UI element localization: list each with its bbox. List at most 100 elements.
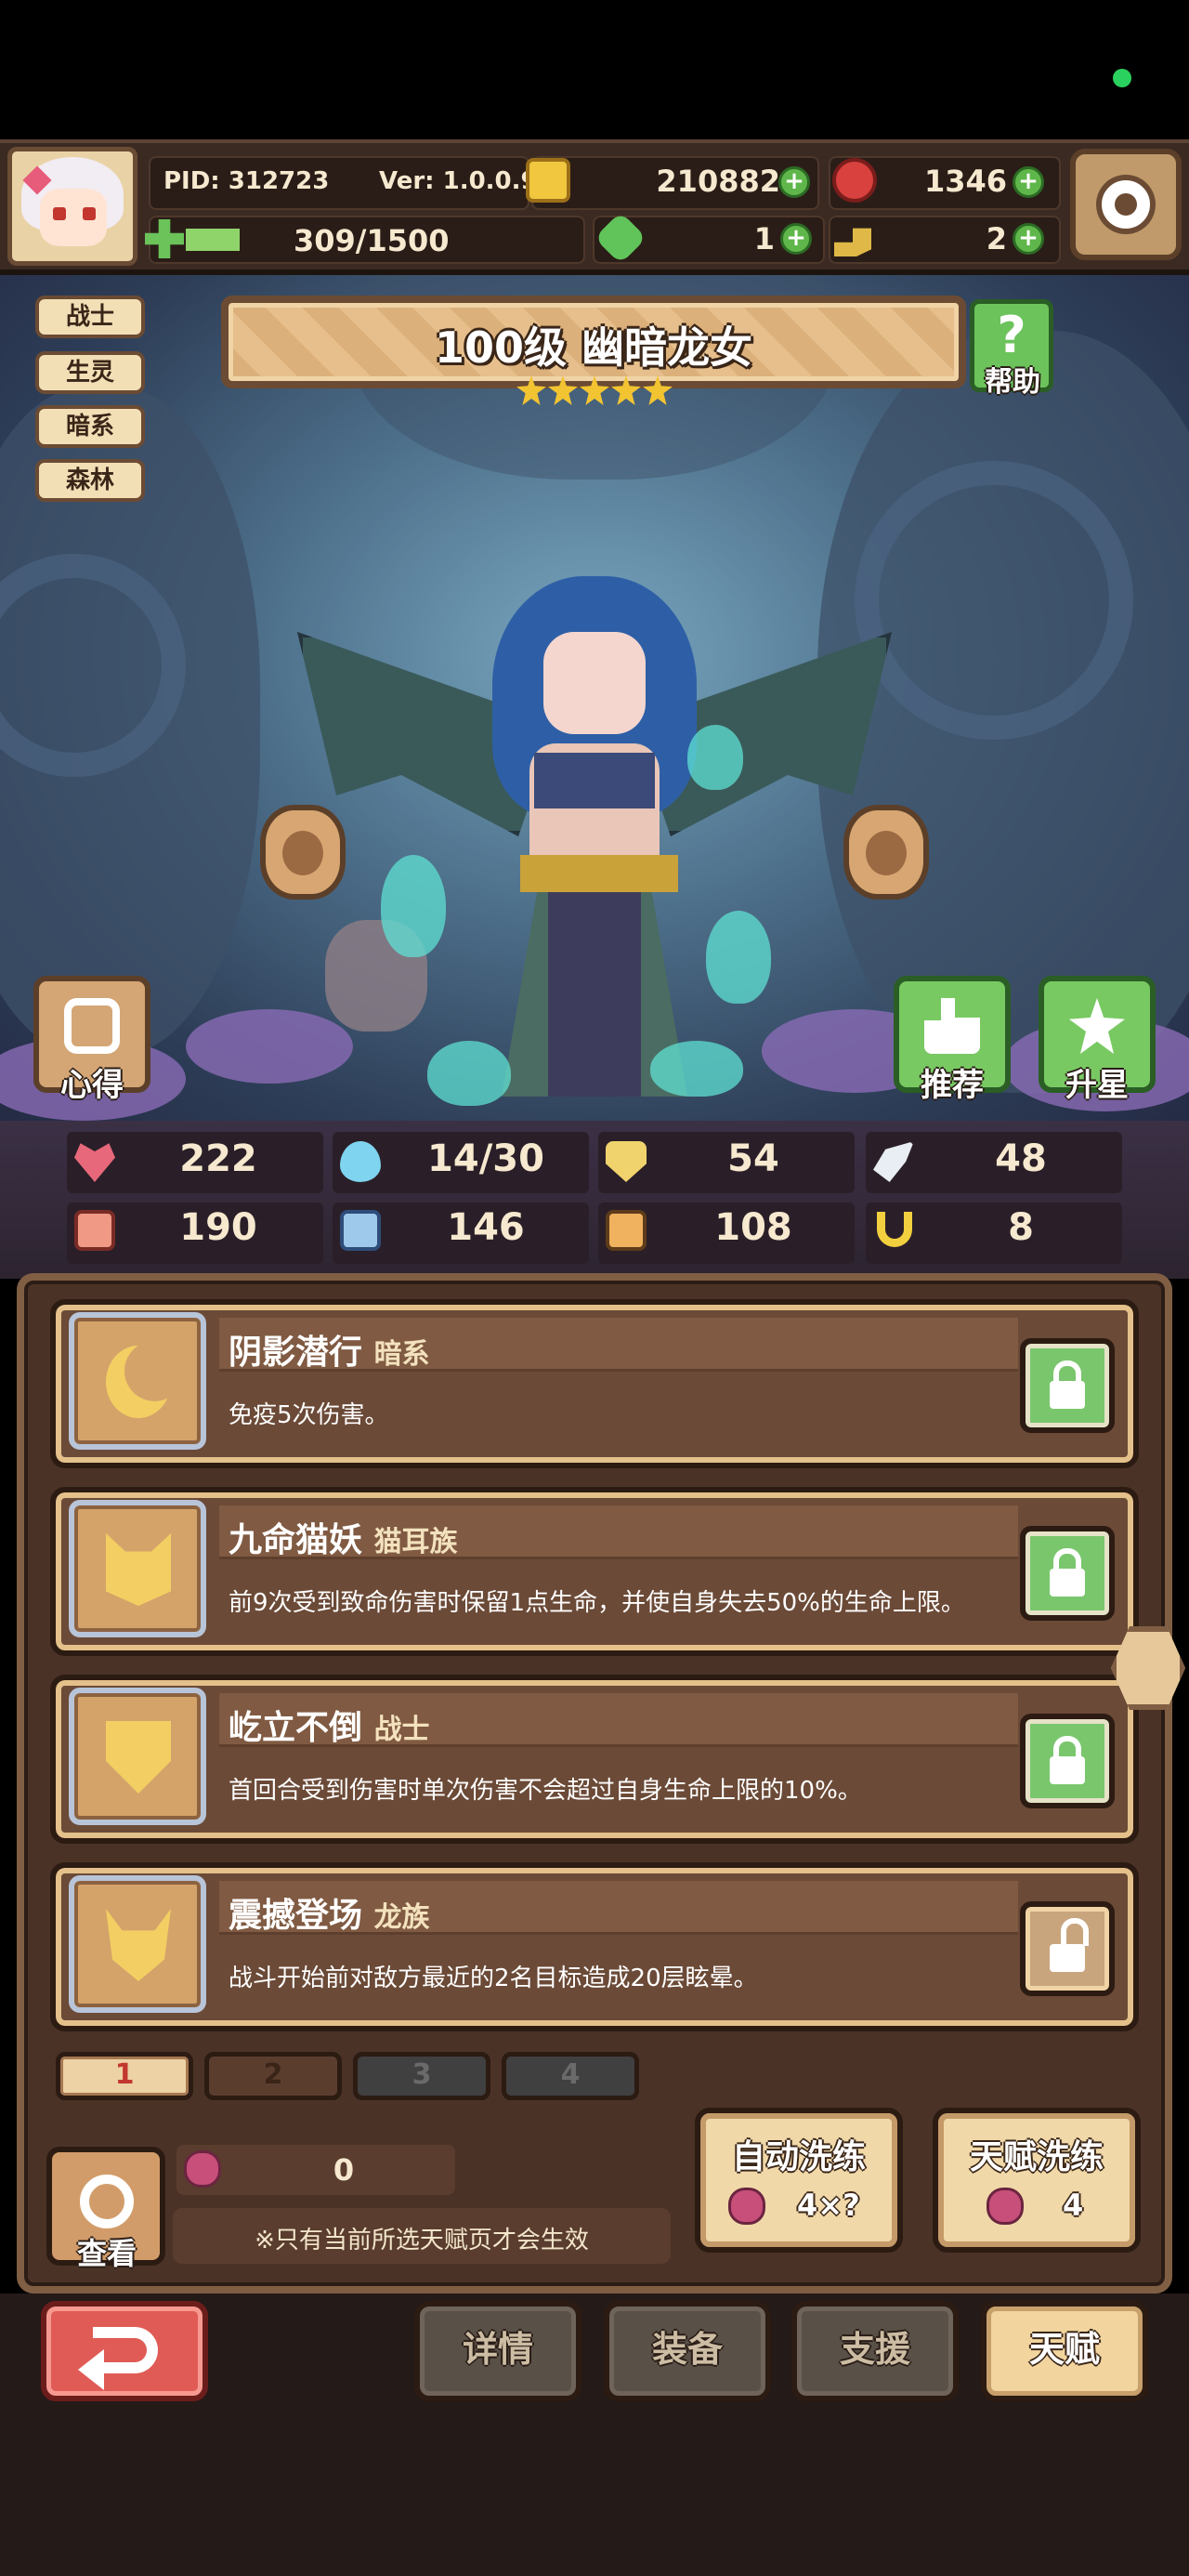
add-clover-button[interactable]: + <box>780 223 812 255</box>
nav-details-button[interactable]: 详情 <box>414 2301 581 2401</box>
recommend-label: 推荐 <box>921 1067 984 1104</box>
lock-icon <box>1050 1569 1085 1597</box>
player-avatar[interactable] <box>7 147 137 266</box>
talent-unlock-button[interactable] <box>1020 1901 1115 1996</box>
clover-amount: 1 <box>753 221 775 256</box>
stat-defense-value: 54 <box>727 1137 779 1180</box>
magnifier-icon <box>80 2175 134 2228</box>
hero-tag-habitat[interactable]: 森林 <box>35 459 145 502</box>
berry-icon <box>728 2188 765 2225</box>
talent-tag: 战士 <box>373 1714 430 1746</box>
talent-page-tab-1[interactable]: 1 <box>56 2052 193 2100</box>
star-icon <box>643 375 673 405</box>
talent-page-tab-4[interactable]: 4 <box>502 2052 639 2100</box>
star-icon <box>548 375 578 405</box>
cat-face-icon <box>106 1533 171 1606</box>
insights-label: 心得 <box>60 1067 124 1104</box>
talent-description: 战斗开始前对敌方最近的2名目标造成20层眩晕。 <box>229 1965 758 1992</box>
settings-button[interactable] <box>1070 149 1182 260</box>
question-mark-icon: ? <box>997 306 1026 364</box>
stat-attack-value: 190 <box>179 1206 257 1249</box>
auto-reroll-button[interactable]: 自动洗练 4×? <box>695 2108 903 2253</box>
talent-name: 九命猫妖 猫耳族 <box>229 1513 458 1561</box>
game-version: Ver: 1.0.0.9 <box>379 167 538 195</box>
star-icon <box>611 375 641 405</box>
talent-description: 免疫5次伤害。 <box>229 1401 389 1429</box>
stat-health-value: 222 <box>179 1137 257 1180</box>
talent-lock-button[interactable] <box>1020 1714 1115 1808</box>
talent-name-text: 阴影潜行 <box>229 1334 363 1372</box>
lock-icon <box>1050 1381 1085 1409</box>
add-gold-button[interactable]: + <box>778 166 810 198</box>
red-gem-icon <box>832 158 877 203</box>
talent-name-text: 震撼登场 <box>229 1897 363 1935</box>
gold-amount: 210882 <box>656 164 780 199</box>
talent-name: 阴影潜行 暗系 <box>229 1325 430 1373</box>
talent-reroll-label: 天赋洗练 <box>969 2138 1104 2176</box>
stat-magic-value: 146 <box>447 1206 525 1249</box>
camera-indicator-dot <box>1113 69 1131 87</box>
hero-title: 100级 幽暗龙女 <box>434 322 753 373</box>
boots-icon <box>606 1210 647 1251</box>
book-icon <box>340 1210 381 1251</box>
gem-amount: 1346 <box>923 164 1007 199</box>
talent-lock-button[interactable] <box>1020 1338 1115 1433</box>
experience-fill <box>186 229 240 251</box>
system-status-bar <box>0 0 1189 139</box>
notebook-icon <box>64 998 120 1054</box>
experience-text: 309/1500 <box>294 223 450 258</box>
stat-luck-value: 8 <box>1008 1206 1034 1249</box>
reroll-material-count: 0 <box>333 2152 355 2188</box>
star-outline-icon <box>1069 998 1125 1054</box>
star-icon <box>516 375 546 405</box>
talent-icon-frame <box>69 1688 206 1825</box>
stat-agility-value: 108 <box>714 1206 792 1249</box>
nav-support-button[interactable]: 支援 <box>791 2301 959 2401</box>
hero-tag-element[interactable]: 暗系 <box>35 405 145 448</box>
hero-character-sprite <box>297 558 892 1115</box>
hero-star-rating <box>516 375 674 414</box>
auto-reroll-cost: 4×? <box>797 2188 860 2223</box>
berry-icon <box>986 2188 1024 2225</box>
add-gem-button[interactable]: + <box>1013 166 1044 198</box>
talent-lock-button[interactable] <box>1020 1526 1115 1621</box>
back-button[interactable] <box>41 2301 208 2401</box>
talent-reroll-cost: 4 <box>1063 2188 1084 2223</box>
talent-description: 前9次受到致命伤害时保留1点生命，并使自身失去50%的生命上限。 <box>229 1589 965 1617</box>
talent-page-tab-3[interactable]: 3 <box>353 2052 490 2100</box>
nav-talent-button[interactable]: 天赋 <box>981 2301 1148 2401</box>
talent-page-note: ※只有当前所选天赋页才会生效 <box>255 2227 589 2254</box>
hero-tag-class[interactable]: 战士 <box>35 296 145 338</box>
talent-name-text: 九命猫妖 <box>229 1521 363 1559</box>
add-key-button[interactable]: + <box>1013 223 1044 255</box>
unlocked-lock-icon <box>1050 1944 1085 1972</box>
fist-icon <box>74 1210 115 1251</box>
thumbs-up-icon <box>924 998 980 1054</box>
view-label: 查看 <box>76 2236 137 2271</box>
talent-icon-frame <box>69 1312 206 1450</box>
talent-tag: 猫耳族 <box>373 1526 458 1558</box>
talent-icon-frame <box>69 1875 206 2013</box>
berry-icon <box>184 2150 221 2188</box>
nav-equipment-button[interactable]: 装备 <box>604 2301 771 2401</box>
talent-name: 屹立不倒 战士 <box>229 1701 430 1749</box>
key-amount: 2 <box>986 221 1007 256</box>
gold-coin-icon <box>526 158 570 203</box>
star-up-label: 升星 <box>1065 1067 1129 1104</box>
stat-energy-value: 14/30 <box>427 1137 544 1180</box>
help-label: 帮助 <box>985 366 1040 399</box>
horseshoe-icon <box>877 1212 912 1247</box>
talent-name: 震撼登场 龙族 <box>229 1888 430 1937</box>
talent-tag: 龙族 <box>373 1901 430 1934</box>
talent-name-text: 屹立不倒 <box>229 1709 363 1747</box>
talent-tag: 暗系 <box>373 1338 430 1371</box>
auto-reroll-label: 自动洗练 <box>731 2138 866 2176</box>
hero-tag-race[interactable]: 生灵 <box>35 351 145 394</box>
stat-speed-value: 48 <box>995 1137 1047 1180</box>
shield-crest-icon <box>106 1721 171 1794</box>
talent-page-tab-2[interactable]: 2 <box>204 2052 342 2100</box>
star-icon <box>580 375 609 405</box>
water-drop-icon <box>340 1141 381 1182</box>
dragon-head-icon <box>106 1909 171 1981</box>
talent-reroll-button[interactable]: 天赋洗练 4 <box>933 2108 1141 2253</box>
